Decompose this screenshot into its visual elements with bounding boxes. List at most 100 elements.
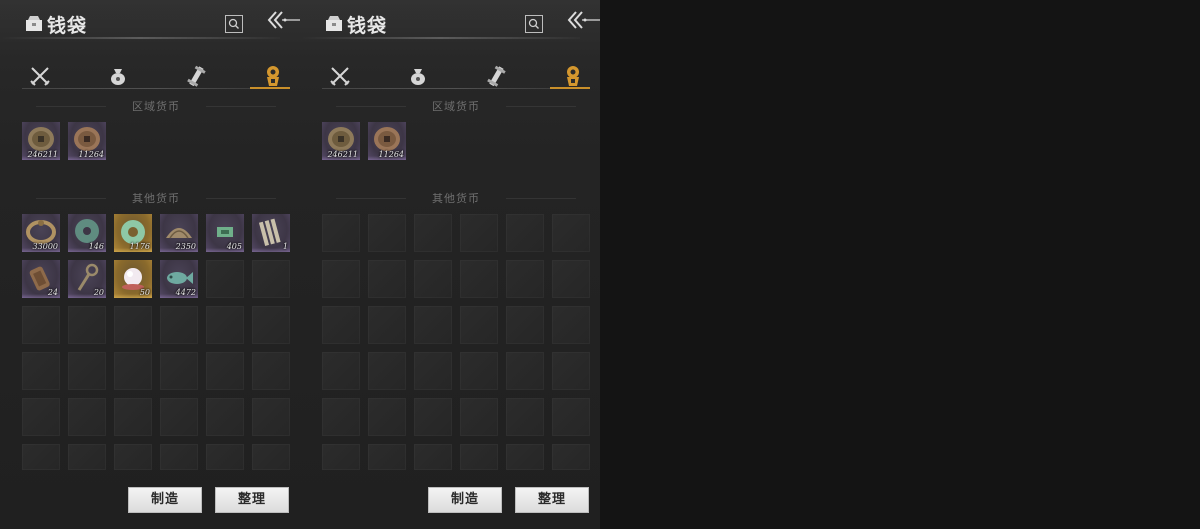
currency-item[interactable]: 1 xyxy=(252,214,290,252)
empty-slot[interactable] xyxy=(68,352,106,390)
empty-slot[interactable] xyxy=(460,260,498,298)
empty-slot[interactable] xyxy=(460,306,498,344)
tab-materials[interactable] xyxy=(106,64,130,88)
empty-slot[interactable] xyxy=(506,214,544,252)
empty-slot[interactable] xyxy=(368,398,406,436)
empty-slot[interactable] xyxy=(460,352,498,390)
empty-slot[interactable] xyxy=(160,306,198,344)
craft-button[interactable]: 制造 xyxy=(128,487,202,513)
tab-weapons[interactable] xyxy=(328,64,352,88)
currency-item[interactable]: 24 xyxy=(22,260,60,298)
empty-slot[interactable] xyxy=(252,398,290,436)
item-count: 33000 xyxy=(32,242,58,251)
empty-slot[interactable] xyxy=(368,306,406,344)
search-icon xyxy=(528,18,539,29)
empty-slot[interactable] xyxy=(368,260,406,298)
empty-slot[interactable] xyxy=(506,306,544,344)
empty-slot[interactable] xyxy=(252,306,290,344)
empty-slot[interactable] xyxy=(414,352,452,390)
empty-slot[interactable] xyxy=(322,444,360,470)
header-divider xyxy=(0,37,280,39)
currency-item[interactable]: 246211 xyxy=(22,122,60,160)
empty-slot[interactable] xyxy=(460,398,498,436)
empty-slot[interactable] xyxy=(160,398,198,436)
empty-slot[interactable] xyxy=(506,352,544,390)
empty-slot[interactable] xyxy=(414,444,452,470)
empty-slot[interactable] xyxy=(22,352,60,390)
currency-item[interactable]: 1176 xyxy=(114,214,152,252)
tab-scrolls[interactable] xyxy=(484,64,508,88)
empty-slot[interactable] xyxy=(368,444,406,470)
empty-slot[interactable] xyxy=(68,444,106,470)
empty-slot[interactable] xyxy=(114,352,152,390)
empty-slot[interactable] xyxy=(460,214,498,252)
swords-icon xyxy=(30,67,50,86)
empty-slot[interactable] xyxy=(206,306,244,344)
sort-button[interactable]: 整理 xyxy=(515,487,589,513)
empty-slot[interactable] xyxy=(160,444,198,470)
empty-slot[interactable] xyxy=(322,306,360,344)
search-button[interactable] xyxy=(525,15,543,33)
empty-slot[interactable] xyxy=(22,306,60,344)
empty-slot[interactable] xyxy=(414,214,452,252)
tab-currency[interactable] xyxy=(561,64,585,88)
empty-slot[interactable] xyxy=(552,260,590,298)
section-title-other: 其他货币 xyxy=(22,190,290,206)
empty-slot[interactable] xyxy=(22,398,60,436)
currency-item[interactable]: 246211 xyxy=(322,122,360,160)
currency-item[interactable]: 33000 xyxy=(22,214,60,252)
sort-button[interactable]: 整理 xyxy=(215,487,289,513)
page-title: 钱袋 xyxy=(347,15,388,37)
empty-slot[interactable] xyxy=(322,214,360,252)
currency-item[interactable]: 11264 xyxy=(368,122,406,160)
empty-slot[interactable] xyxy=(552,444,590,470)
back-button[interactable] xyxy=(266,8,300,34)
empty-slot[interactable] xyxy=(414,306,452,344)
empty-slot[interactable] xyxy=(206,398,244,436)
empty-slot[interactable] xyxy=(322,352,360,390)
empty-slot[interactable] xyxy=(506,398,544,436)
empty-slot[interactable] xyxy=(206,444,244,470)
tab-currency[interactable] xyxy=(261,64,285,88)
empty-slot[interactable] xyxy=(552,398,590,436)
empty-slot[interactable] xyxy=(552,306,590,344)
empty-slot[interactable] xyxy=(252,352,290,390)
tab-materials[interactable] xyxy=(406,64,430,88)
empty-slot[interactable] xyxy=(252,444,290,470)
empty-slot[interactable] xyxy=(552,214,590,252)
empty-slot[interactable] xyxy=(68,306,106,344)
empty-slot[interactable] xyxy=(206,352,244,390)
currency-item[interactable]: 2350 xyxy=(160,214,198,252)
item-count: 50 xyxy=(139,288,150,297)
empty-slot[interactable] xyxy=(160,352,198,390)
empty-slot[interactable] xyxy=(114,444,152,470)
currency-item[interactable]: 20 xyxy=(68,260,106,298)
empty-slot[interactable] xyxy=(414,260,452,298)
section-title-other: 其他货币 xyxy=(322,190,590,206)
empty-slot[interactable] xyxy=(552,352,590,390)
empty-slot[interactable] xyxy=(368,214,406,252)
currency-item[interactable]: 50 xyxy=(114,260,152,298)
empty-slot[interactable] xyxy=(414,398,452,436)
search-button[interactable] xyxy=(225,15,243,33)
empty-slot[interactable] xyxy=(506,444,544,470)
empty-slot[interactable] xyxy=(206,260,244,298)
empty-slot[interactable] xyxy=(368,352,406,390)
tab-scrolls[interactable] xyxy=(184,64,208,88)
empty-slot[interactable] xyxy=(506,260,544,298)
tab-weapons[interactable] xyxy=(28,64,52,88)
currency-item[interactable]: 11264 xyxy=(68,122,106,160)
empty-slot[interactable] xyxy=(68,398,106,436)
empty-slot[interactable] xyxy=(114,306,152,344)
back-button[interactable] xyxy=(566,8,600,34)
currency-item[interactable]: 405 xyxy=(206,214,244,252)
empty-slot[interactable] xyxy=(322,398,360,436)
empty-slot[interactable] xyxy=(460,444,498,470)
currency-item[interactable]: 4472 xyxy=(160,260,198,298)
empty-slot[interactable] xyxy=(252,260,290,298)
empty-slot[interactable] xyxy=(114,398,152,436)
empty-slot[interactable] xyxy=(322,260,360,298)
empty-slot[interactable] xyxy=(22,444,60,470)
craft-button[interactable]: 制造 xyxy=(428,487,502,513)
currency-item[interactable]: 146 xyxy=(68,214,106,252)
